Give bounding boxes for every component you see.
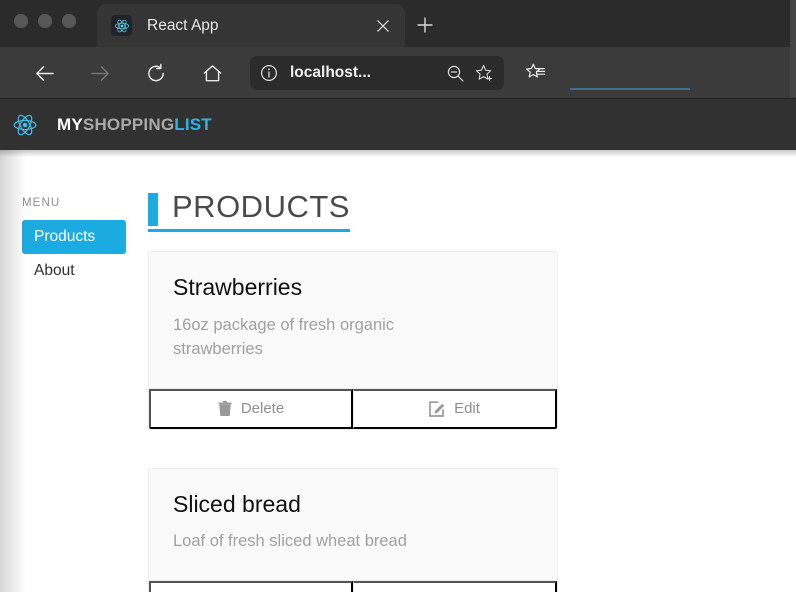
edit-button[interactable]: Edit xyxy=(353,388,557,429)
reload-icon[interactable] xyxy=(136,53,176,93)
brand-part-shopping: SHOPPING xyxy=(82,114,175,134)
product-card-footer: Delete Edit xyxy=(149,580,557,592)
sidebar: MENU Products About xyxy=(0,150,148,592)
home-icon[interactable] xyxy=(192,53,232,93)
product-description: 16oz package of fresh organic strawberri… xyxy=(173,315,395,358)
page-load-indicator xyxy=(570,88,690,90)
new-tab-button[interactable] xyxy=(412,12,438,38)
page-title-underline xyxy=(148,229,350,233)
page-title: PRODUCTS xyxy=(172,189,350,224)
browser-tab-react-app[interactable]: React App xyxy=(97,4,405,47)
react-logo-icon xyxy=(111,15,132,36)
browser-toolbar: localhost... xyxy=(0,47,796,99)
star-list-icon[interactable] xyxy=(520,57,552,89)
close-icon[interactable] xyxy=(371,14,395,38)
info-circle-icon[interactable] xyxy=(260,64,278,82)
window-right-edge xyxy=(790,0,796,99)
toolbar-right-actions xyxy=(520,57,552,89)
product-card: Sliced bread Loaf of fresh sliced wheat … xyxy=(148,467,558,592)
app-brand[interactable]: MYSHOPPINGLIST xyxy=(57,115,212,135)
browser-window: React App localhost... MYSHOPPINGLIST ME… xyxy=(0,0,796,592)
edit-button-label: Edit xyxy=(454,400,480,418)
delete-button[interactable]: Delete xyxy=(149,581,353,592)
delete-button-label: Delete xyxy=(240,400,285,418)
sidebar-item-about[interactable]: About xyxy=(22,254,126,288)
product-card-body: Sliced bread Loaf of fresh sliced wheat … xyxy=(149,469,557,581)
star-plus-icon[interactable] xyxy=(475,64,494,83)
window-maximize-button[interactable] xyxy=(62,14,76,28)
sidebar-item-products[interactable]: Products xyxy=(22,220,126,254)
window-traffic-lights xyxy=(14,14,76,28)
pencil-square-icon xyxy=(429,400,445,417)
react-logo-icon xyxy=(10,110,40,140)
app-header: MYSHOPPINGLIST xyxy=(0,99,796,150)
product-title: Sliced bread xyxy=(173,490,301,517)
page-title-accent-bar xyxy=(148,193,158,226)
browser-tab-title: React App xyxy=(147,16,219,34)
main-content: PRODUCTS Strawberries 16oz package of fr… xyxy=(148,150,796,592)
sidebar-heading: MENU xyxy=(22,197,61,209)
product-title: Strawberries xyxy=(173,274,303,301)
product-list: Strawberries 16oz package of fresh organ… xyxy=(148,251,796,592)
forward-arrow-icon[interactable] xyxy=(80,53,120,93)
address-bar[interactable]: localhost... xyxy=(250,56,504,90)
delete-button[interactable]: Delete xyxy=(149,388,353,429)
zoom-out-icon[interactable] xyxy=(446,64,465,83)
browser-tabstrip: React App xyxy=(0,0,796,47)
brand-part-my: MY xyxy=(57,114,83,134)
page-title-block: PRODUCTS xyxy=(148,189,350,233)
address-bar-text[interactable]: localhost... xyxy=(290,64,440,82)
window-close-button[interactable] xyxy=(14,14,28,28)
page-content: MYSHOPPINGLIST MENU Products About PRODU… xyxy=(0,99,796,592)
trash-icon xyxy=(218,400,232,417)
product-description: Loaf of fresh sliced wheat bread xyxy=(173,532,407,551)
product-card-footer: Delete Edit xyxy=(149,387,557,429)
edit-button[interactable]: Edit xyxy=(353,581,557,592)
product-card-body: Strawberries 16oz package of fresh organ… xyxy=(149,252,557,387)
page-body: MENU Products About PRODUCTS Strawberrie… xyxy=(0,150,796,592)
window-minimize-button[interactable] xyxy=(38,14,52,28)
product-card: Strawberries 16oz package of fresh organ… xyxy=(148,251,558,430)
brand-part-list: LIST xyxy=(174,114,212,134)
back-arrow-icon[interactable] xyxy=(24,53,64,93)
sidebar-menu: Products About xyxy=(0,220,148,288)
